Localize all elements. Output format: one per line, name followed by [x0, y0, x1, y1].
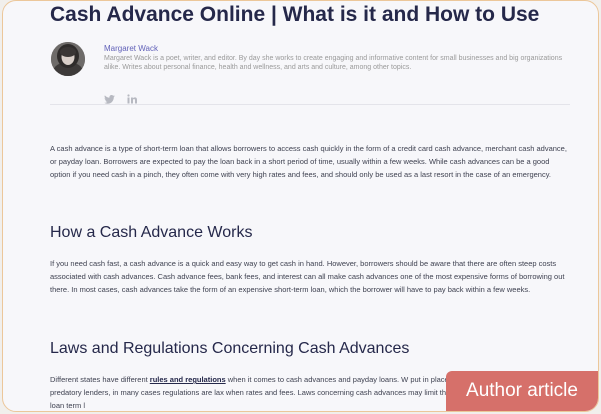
intro-paragraph: A cash advance is a type of short-term l…	[50, 144, 567, 179]
section-paragraph-how-it-works: If you need cash fast, a cash advance is…	[50, 259, 565, 294]
twitter-icon[interactable]	[104, 91, 115, 109]
linkedin-icon[interactable]	[127, 91, 138, 109]
article-title: Cash Advance Online | What is it and How…	[50, 3, 540, 26]
social-links	[104, 91, 145, 109]
author-article-badge: Author article	[446, 371, 598, 411]
rules-and-regulations-link[interactable]: rules and regulations	[150, 375, 226, 384]
author-bio: Margaret Wack is a poet, writer, and edi…	[104, 55, 563, 71]
screenshot-frame: Cash Advance Online | What is it and How…	[2, 0, 599, 412]
avatar[interactable]	[51, 42, 85, 76]
divider	[50, 104, 570, 105]
section-heading-laws: Laws and Regulations Concerning Cash Adv…	[50, 340, 410, 357]
section-heading-how-it-works: How a Cash Advance Works	[50, 224, 253, 241]
author-name[interactable]: Margaret Wack	[104, 44, 158, 53]
avatar-image	[51, 42, 85, 76]
